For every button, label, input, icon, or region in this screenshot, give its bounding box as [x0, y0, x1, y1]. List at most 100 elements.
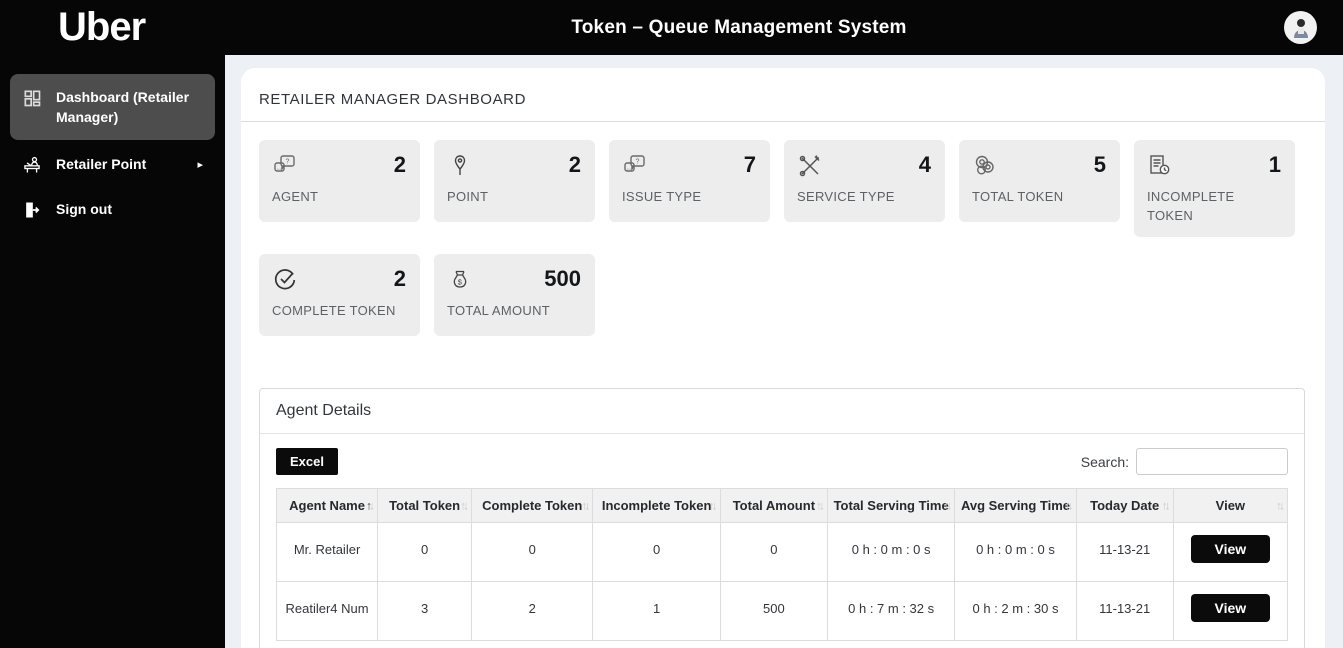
column-header-avg-serving-time[interactable]: Avg Serving Time ↑↓ [954, 488, 1077, 523]
dashboard-card: RETAILER MANAGER DASHBOARD ? ... 2 AGENT… [241, 68, 1325, 648]
stat-card-complete-token: 2 COMPLETE TOKEN [259, 254, 420, 336]
sort-icon[interactable]: ↑↓ [366, 497, 375, 514]
cell-today-date: 11-13-21 [1075, 581, 1174, 641]
svg-text:?: ? [286, 159, 290, 166]
table-row: Mr. Retailer 0 0 0 0 0 h : 0 m : 0 s 0 h… [275, 522, 1289, 582]
sort-icon[interactable]: ↑↓ [709, 497, 718, 514]
column-header-view[interactable]: View ↑↓ [1172, 488, 1289, 523]
app-title: Token – Queue Management System [571, 16, 907, 38]
chat-question-icon: ? ... [272, 153, 298, 179]
stat-value: 1 [1268, 152, 1281, 177]
agent-details-panel: Agent Details Excel Search: Agent Name ↑… [259, 388, 1305, 648]
tools-icon [797, 153, 823, 179]
sort-icon[interactable]: ↑↓ [460, 497, 469, 514]
sidebar-item-label: Dashboard (Retailer Manager) [56, 89, 190, 125]
stat-value: 2 [393, 266, 406, 291]
sort-icon[interactable]: ↑↓ [816, 497, 825, 514]
stat-value: 5 [1093, 152, 1106, 177]
cell-total-token: 0 [377, 522, 473, 582]
stat-card-incomplete-token: 1 INCOMPLETE TOKEN [1134, 140, 1295, 237]
stat-card-total-amount: $ 500 TOTAL AMOUNT [434, 254, 595, 336]
agent-details-title: Agent Details [260, 389, 1304, 434]
column-header-total-token[interactable]: Total Token ↑↓ [377, 488, 473, 523]
svg-text:$: $ [458, 278, 463, 287]
search-input[interactable] [1136, 448, 1288, 475]
uber-logo: Uber [58, 5, 146, 49]
cell-complete-token: 0 [471, 522, 594, 582]
svg-text:?: ? [636, 159, 640, 166]
stat-label: TOTAL TOKEN [972, 189, 1064, 204]
stat-card-issue-type: ? ... 7 ISSUE TYPE [609, 140, 770, 222]
svg-text:...: ... [627, 166, 632, 172]
app-window: Token – Queue Management System Uber Das… [0, 0, 1343, 648]
avatar-person-icon [1289, 16, 1313, 40]
coins-icon [972, 153, 998, 179]
column-header-total-amount[interactable]: Total Amount ↑↓ [719, 488, 828, 523]
cell-total-amount: 500 [719, 581, 828, 641]
point-pin-icon [447, 153, 473, 179]
sidebar-item-retailer-point[interactable]: Retailer Point ▸ [10, 144, 215, 185]
sidebar-item-sign-out[interactable]: Sign out [10, 189, 215, 230]
cell-agent-name: Mr. Retailer [275, 522, 379, 582]
sort-icon[interactable]: ↑↓ [943, 497, 952, 514]
cell-agent-name: Reatiler4 Num [275, 581, 379, 641]
cell-today-date: 11-13-21 [1075, 522, 1174, 582]
stat-label: TOTAL AMOUNT [447, 303, 551, 318]
stat-value: 2 [393, 152, 406, 177]
cell-incomplete-token: 0 [592, 522, 721, 582]
view-button[interactable]: View [1190, 594, 1271, 622]
agent-details-body: Excel Search: Agent Name ↑↓ Total Token … [260, 434, 1304, 648]
view-button[interactable]: View [1190, 535, 1271, 563]
column-header-incomplete-token[interactable]: Incomplete Token ↑↓ [592, 488, 721, 523]
cell-total-serving-time: 0 h : 7 m : 32 s [826, 581, 956, 641]
stat-value: 7 [743, 152, 756, 177]
title-divider [241, 121, 1325, 122]
column-header-total-serving-time[interactable]: Total Serving Time ↑↓ [826, 488, 956, 523]
chevron-right-icon: ▸ [197, 158, 203, 171]
cell-avg-serving-time: 0 h : 2 m : 30 s [954, 581, 1077, 641]
cell-total-amount: 0 [719, 522, 828, 582]
sort-icon[interactable]: ↑↓ [1162, 497, 1171, 514]
chat-question-icon: ? ... [622, 153, 648, 179]
sort-icon[interactable]: ↑↓ [581, 497, 590, 514]
excel-export-button[interactable]: Excel [276, 448, 338, 475]
sidebar: Uber Dashboard (Retailer Manager) Retail… [0, 0, 225, 648]
stat-label: INCOMPLETE TOKEN [1147, 189, 1235, 223]
sidebar-item-dashboard[interactable]: Dashboard (Retailer Manager) [10, 74, 215, 140]
stat-card-agent: ? ... 2 AGENT [259, 140, 420, 222]
stat-value: 4 [918, 152, 931, 177]
stat-card-point: 2 POINT [434, 140, 595, 222]
main-content: RETAILER MANAGER DASHBOARD ? ... 2 AGENT… [225, 55, 1343, 648]
stat-label: POINT [447, 189, 489, 204]
column-header-agent-name[interactable]: Agent Name ↑↓ [275, 488, 379, 523]
page-title: RETAILER MANAGER DASHBOARD [259, 91, 527, 108]
table-toolbar: Excel Search: [276, 448, 1288, 475]
column-header-today-date[interactable]: Today Date ↑↓ [1075, 488, 1174, 523]
cell-complete-token: 2 [471, 581, 594, 641]
check-circle-icon [272, 267, 298, 293]
sidebar-item-label: Retailer Point [56, 156, 147, 172]
search-label: Search: [1080, 453, 1129, 470]
cell-avg-serving-time: 0 h : 0 m : 0 s [954, 522, 1077, 582]
stat-label: SERVICE TYPE [797, 189, 895, 204]
stat-card-service-type: 4 SERVICE TYPE [784, 140, 945, 222]
sidebar-nav: Dashboard (Retailer Manager) Retailer Po… [0, 74, 225, 230]
agents-table: Agent Name ↑↓ Total Token ↑↓ Complete To… [275, 488, 1289, 641]
cell-incomplete-token: 1 [592, 581, 721, 641]
user-avatar[interactable] [1284, 11, 1317, 44]
column-header-complete-token[interactable]: Complete Token ↑↓ [471, 488, 594, 523]
svg-text:...: ... [277, 166, 282, 172]
cell-view: View [1172, 522, 1289, 582]
cell-total-token: 3 [377, 581, 473, 641]
stat-label: AGENT [272, 189, 319, 204]
sidebar-item-label: Sign out [56, 201, 112, 217]
stat-card-total-token: 5 TOTAL TOKEN [959, 140, 1120, 222]
sign-out-icon [22, 200, 42, 220]
stat-value: 500 [544, 266, 581, 291]
table-row: Reatiler4 Num 3 2 1 500 0 h : 7 m : 32 s… [275, 581, 1289, 641]
sort-icon[interactable]: ↑↓ [1065, 497, 1074, 514]
stat-label: COMPLETE TOKEN [272, 303, 396, 318]
retailer-point-icon [22, 155, 42, 175]
sort-icon[interactable]: ↑↓ [1276, 497, 1285, 514]
stat-label: ISSUE TYPE [622, 189, 702, 204]
